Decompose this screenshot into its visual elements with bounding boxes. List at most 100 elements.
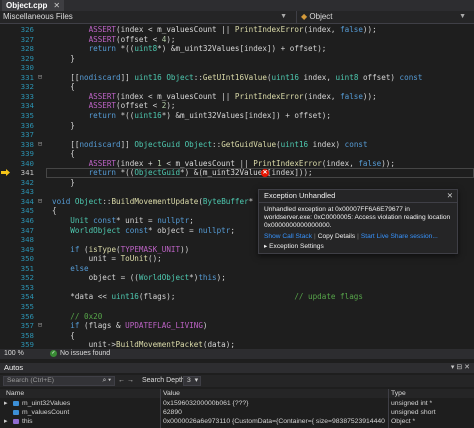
issues-indicator[interactable]: ✓ No issues found bbox=[46, 349, 110, 359]
zoom-level[interactable]: 100 % bbox=[4, 349, 24, 359]
table-row[interactable]: ▸ this 0x0000026a6e973110 {CustomData={C… bbox=[0, 417, 474, 426]
collapse-icon[interactable]: ⊟ bbox=[36, 73, 44, 83]
code-line[interactable]: 350 unit = ToUnit(); bbox=[0, 254, 474, 264]
code-line[interactable]: 356 // 0x20 bbox=[0, 312, 474, 322]
code-text: *data << uint16(flags); // update flags bbox=[52, 292, 363, 302]
exception-settings-label: Exception Settings bbox=[269, 243, 324, 250]
code-line[interactable]: 353 bbox=[0, 283, 474, 293]
var-value[interactable]: 62890 bbox=[163, 408, 385, 417]
search-depth-value: 3 bbox=[187, 377, 191, 384]
close-icon[interactable]: ✕ bbox=[447, 190, 453, 202]
tab-object-cpp[interactable]: Object.cpp ✕ bbox=[2, 0, 65, 11]
code-text: return *((uint16*) &m_uint32Values[index… bbox=[88, 110, 331, 120]
collapse-icon[interactable]: ⊟ bbox=[36, 197, 44, 207]
code-line[interactable]: 352 object = ((WorldObject*)this); bbox=[0, 273, 474, 283]
window-controls[interactable]: ▾ ⊟ ✕ bbox=[451, 363, 470, 373]
code-line[interactable]: 359 unit->BuildMovementPacket(data); bbox=[0, 340, 474, 348]
exception-popup: Exception Unhandled ✕ Unhandled exceptio… bbox=[258, 189, 458, 254]
expand-icon[interactable]: ▸ bbox=[4, 399, 7, 408]
exception-settings-toggle[interactable]: ▸ Exception Settings bbox=[259, 241, 457, 251]
close-icon[interactable]: ✕ bbox=[53, 1, 60, 10]
code-line[interactable]: 351 else bbox=[0, 264, 474, 274]
editor-status-bar: 100 % ✓ No issues found bbox=[0, 349, 474, 359]
line-number: 329 bbox=[20, 53, 34, 63]
line-number: 350 bbox=[20, 254, 34, 264]
line-number: 334 bbox=[20, 101, 34, 111]
code-line[interactable]: 357 ⊟ if (flags & UPDATEFLAG_LIVING) bbox=[0, 321, 474, 331]
code-text: ASSERT(index < m_valuesCount || PrintInd… bbox=[88, 91, 377, 101]
value-header[interactable]: Value bbox=[163, 389, 385, 398]
code-line[interactable]: 331 ⊟ [[nodiscard]] uint16 Object::GetUIn… bbox=[0, 73, 474, 83]
chevron-down-icon: ▼ bbox=[459, 13, 466, 20]
code-line[interactable]: 336 } bbox=[0, 121, 474, 131]
exception-title: Exception Unhandled bbox=[259, 190, 457, 203]
code-text: unit = ToUnit(); bbox=[52, 254, 162, 264]
code-line[interactable]: 326 ASSERT(index < m_valuesCount || Prin… bbox=[0, 25, 474, 35]
code-line[interactable]: 337 bbox=[0, 130, 474, 140]
code-line[interactable]: 335 return *((uint16*) &m_uint32Values[i… bbox=[0, 111, 474, 121]
table-row[interactable]: m_valuesCount 62890 unsigned short bbox=[0, 408, 474, 417]
chevron-down-icon: ▾ bbox=[194, 377, 198, 384]
code-line[interactable]: 328 return *((uint8*) &m_uint32Values[in… bbox=[0, 44, 474, 54]
copy-details-link[interactable]: Copy Details bbox=[318, 233, 355, 240]
code-text: ASSERT(offset < 4); bbox=[88, 34, 176, 44]
exception-message: Unhandled exception at 0x00007FF6A6E7967… bbox=[264, 206, 451, 229]
search-input[interactable]: Search (Ctrl+E) ⌕ ▾ bbox=[3, 376, 115, 386]
collapse-icon[interactable]: ⊟ bbox=[36, 321, 44, 331]
code-text: { bbox=[52, 82, 75, 92]
code-line[interactable]: 338 ⊟ [[nodiscard]] ObjectGuid Object::Ge… bbox=[0, 140, 474, 150]
show-call-stack-link[interactable]: Show Call Stack bbox=[264, 233, 312, 240]
code-editor[interactable]: 326 ASSERT(index < m_valuesCount || Prin… bbox=[0, 24, 474, 348]
search-depth-label: Search Depth: bbox=[142, 377, 187, 384]
autos-title: Autos bbox=[4, 363, 24, 372]
type-header[interactable]: Type bbox=[391, 389, 471, 398]
var-name: this bbox=[22, 418, 33, 425]
code-text: ASSERT(offset < 2); bbox=[88, 101, 176, 111]
name-header[interactable]: Name bbox=[6, 389, 142, 398]
code-text: [[nodiscard]] uint16 Object::GetUInt16Va… bbox=[52, 72, 423, 82]
live-share-link[interactable]: Start Live Share session... bbox=[361, 233, 438, 240]
line-number: 356 bbox=[20, 311, 34, 321]
code-text: return *((uint8*) &m_uint32Values[index]… bbox=[88, 44, 327, 54]
grid-header: Name Value Type bbox=[0, 389, 474, 398]
code-line[interactable]: 330 bbox=[0, 63, 474, 73]
code-line[interactable]: 358 { bbox=[0, 331, 474, 341]
collapse-icon[interactable]: ⊟ bbox=[36, 140, 44, 150]
var-value[interactable]: 0x0000026a6e973110 {CustomData={Containe… bbox=[163, 417, 385, 426]
scope-dropdown[interactable]: Miscellaneous Files ▼ bbox=[3, 11, 291, 23]
code-text: { bbox=[52, 149, 75, 159]
var-value[interactable]: 0x159603200000b061 {???} bbox=[163, 399, 385, 408]
search-nav-arrows[interactable]: ← → bbox=[118, 375, 134, 387]
code-line[interactable]: 339 { bbox=[0, 149, 474, 159]
code-line[interactable]: 332 { bbox=[0, 82, 474, 92]
navigation-bar: Miscellaneous Files ▼ ◆ Object ▼ bbox=[0, 11, 474, 24]
code-line[interactable]: 329 } bbox=[0, 54, 474, 64]
code-line[interactable]: 355 bbox=[0, 302, 474, 312]
line-number: 332 bbox=[20, 82, 34, 92]
line-number: 326 bbox=[20, 25, 34, 34]
column-divider[interactable] bbox=[388, 389, 389, 428]
variable-icon bbox=[13, 410, 19, 415]
code-line[interactable]: 334 ASSERT(offset < 2); bbox=[0, 101, 474, 111]
line-number: 335 bbox=[20, 110, 34, 120]
code-line[interactable]: 340 ASSERT(index + 1 < m_valuesCount || … bbox=[0, 159, 474, 169]
line-number: 354 bbox=[20, 292, 34, 302]
variable-icon bbox=[13, 401, 19, 406]
column-divider[interactable] bbox=[160, 389, 161, 428]
code-line[interactable]: 354 *data << uint16(flags); // update fl… bbox=[0, 292, 474, 302]
code-line[interactable]: 327 ASSERT(offset < 4); bbox=[0, 35, 474, 45]
line-number: 338 bbox=[20, 139, 34, 149]
line-number: 345 bbox=[20, 206, 34, 216]
expand-icon[interactable]: ▸ bbox=[4, 417, 7, 426]
search-depth-select[interactable]: 3 ▾ bbox=[183, 376, 201, 386]
code-line[interactable]: 341 return *((ObjectGuid*) &(m_uint32Val… bbox=[0, 168, 474, 178]
table-row[interactable]: ▸ m_uint32Values 0x159603200000b061 {???… bbox=[0, 399, 474, 408]
member-dropdown[interactable]: ◆ Object ▼ bbox=[296, 11, 470, 23]
code-line[interactable]: 342 } bbox=[0, 178, 474, 188]
line-number: 358 bbox=[20, 330, 34, 340]
line-number: 351 bbox=[20, 263, 34, 273]
search-icon[interactable]: ⌕ ▾ bbox=[102, 377, 111, 385]
member-label: Object bbox=[309, 12, 333, 21]
line-number: 330 bbox=[20, 63, 34, 73]
code-line[interactable]: 333 ASSERT(index < m_valuesCount || Prin… bbox=[0, 92, 474, 102]
